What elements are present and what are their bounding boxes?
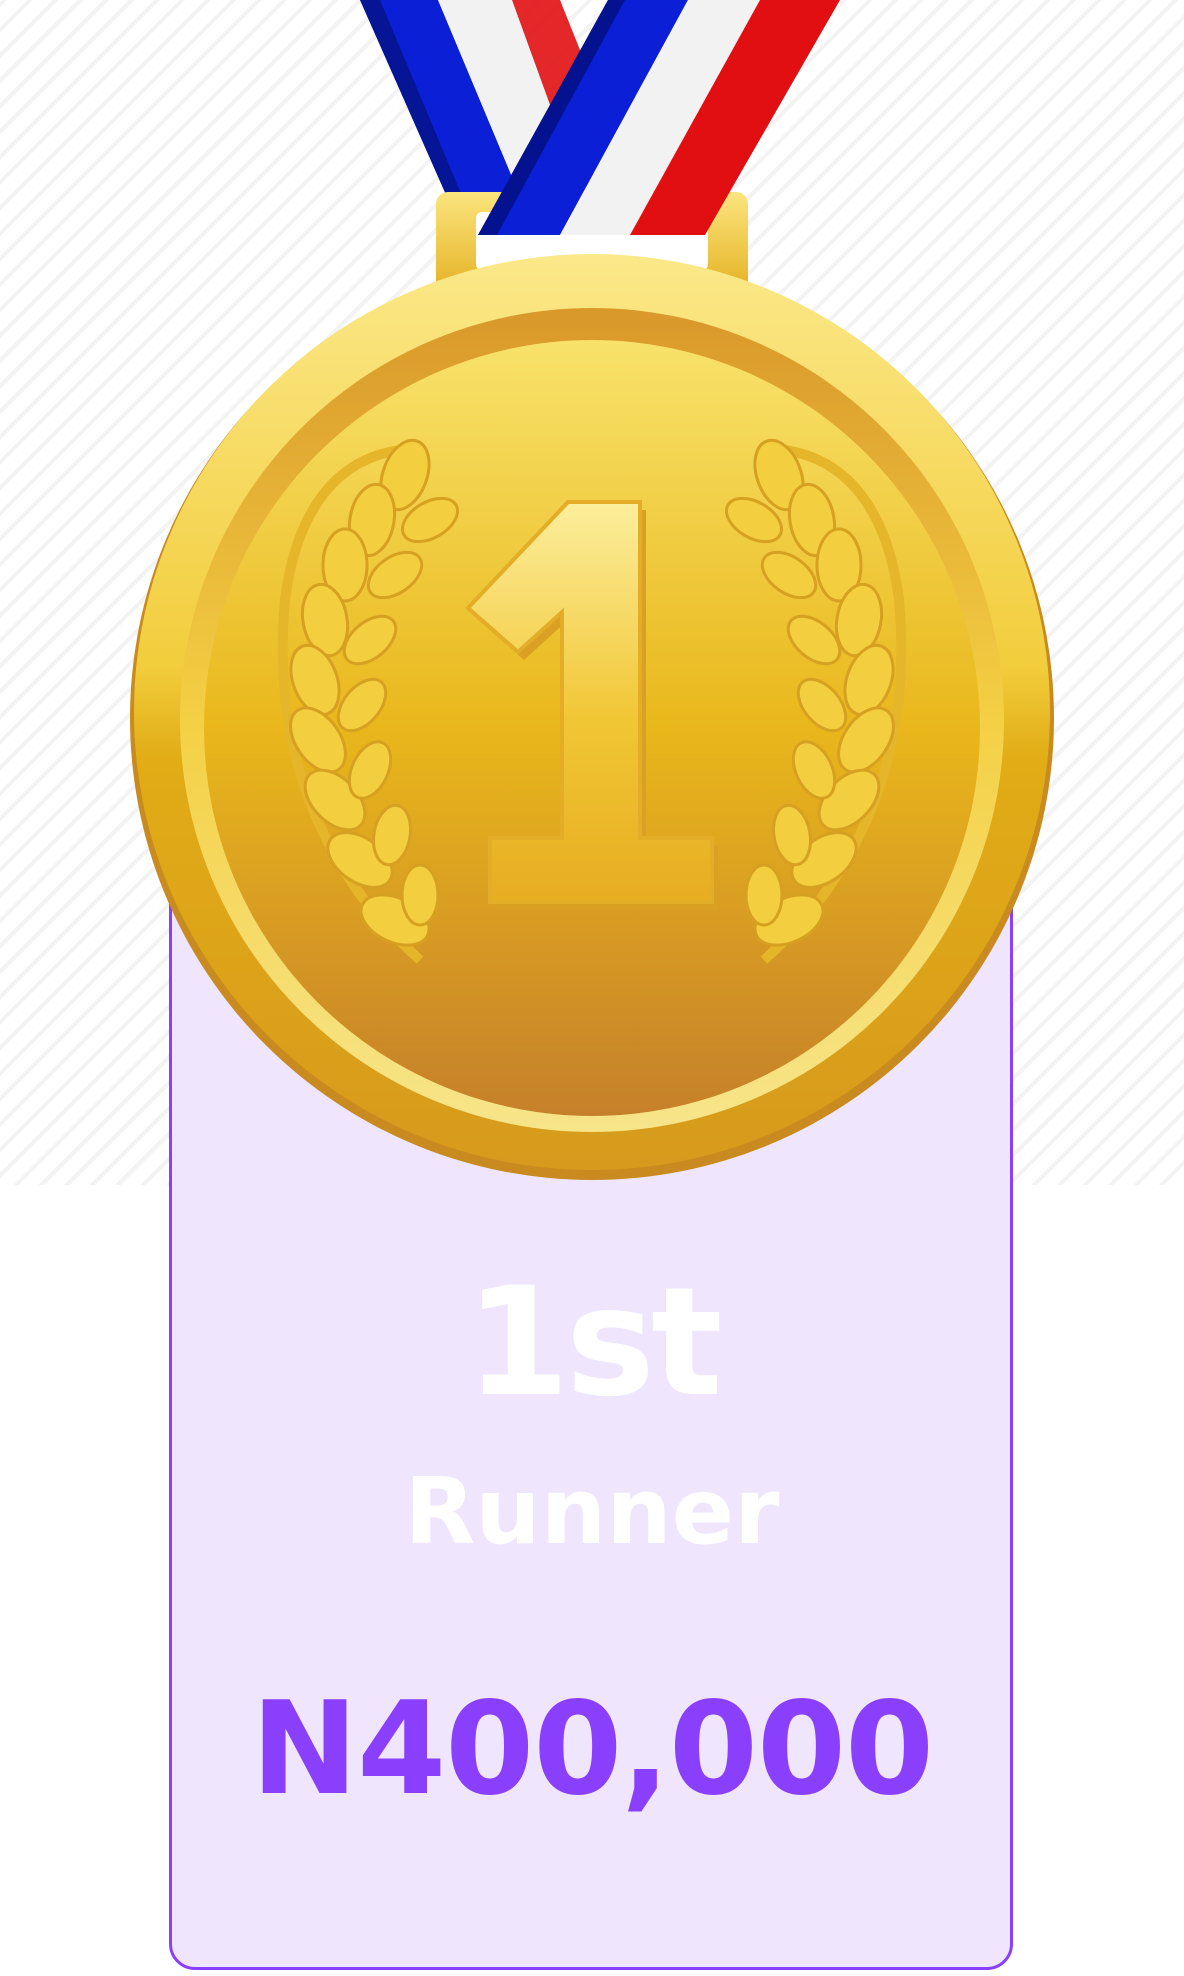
gold-medal-icon	[130, 0, 1054, 1180]
prize-role: Runner	[404, 1458, 780, 1565]
prize-amount: N400,000	[250, 1675, 934, 1824]
prize-card-page: 1st Runner N400,000	[0, 0, 1184, 1976]
prize-place: 1st	[465, 1256, 722, 1430]
